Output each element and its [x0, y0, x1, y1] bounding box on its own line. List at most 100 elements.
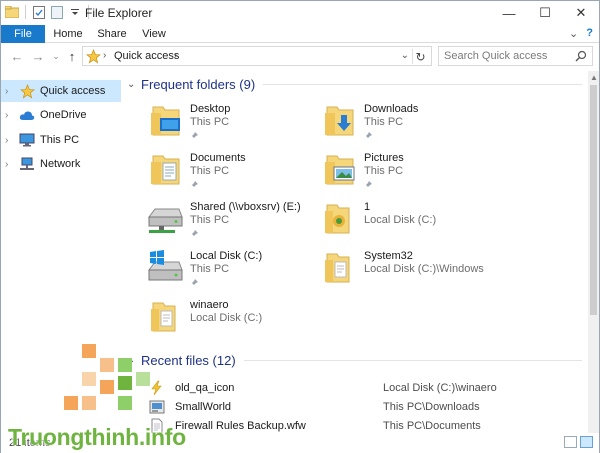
folder-location: Local Disk (C:): [190, 312, 263, 324]
pin-icon: [190, 227, 198, 241]
documents-folder-icon: [145, 150, 185, 190]
collapse-chevron-icon[interactable]: ⌄: [127, 79, 139, 90]
properties-icon[interactable]: [32, 5, 46, 19]
window-controls: — ☐ ✕: [491, 1, 599, 25]
tab-share[interactable]: Share: [93, 25, 131, 43]
close-button[interactable]: ✕: [563, 1, 599, 25]
sidebar-item-this-pc[interactable]: › This PC: [1, 129, 121, 151]
help-icon[interactable]: ?: [586, 27, 593, 40]
quick-access-star-icon: [85, 48, 102, 67]
frequent-folders-header[interactable]: ⌄ Frequent folders (9): [127, 77, 582, 92]
folder-location: This PC: [190, 116, 230, 128]
content-pane: ⌄ Frequent folders (9) Desktop This PC D…: [123, 71, 588, 434]
minimize-button[interactable]: —: [491, 1, 527, 25]
expand-chevron-icon[interactable]: ›: [5, 135, 17, 146]
tab-file[interactable]: File: [1, 25, 45, 43]
back-arrow-icon[interactable]: ←: [9, 48, 25, 64]
maximize-button[interactable]: ☐: [527, 1, 563, 25]
tab-view[interactable]: View: [137, 25, 171, 43]
ribbon-right-controls: ⌄ ?: [569, 27, 593, 40]
file-name: SmallWorld: [175, 401, 232, 413]
recent-files-header[interactable]: ⌄ Recent files (12): [127, 353, 582, 368]
folder-name: Desktop: [190, 103, 231, 115]
folder-tile[interactable]: Downloads This PC: [319, 101, 489, 145]
sidebar-item-onedrive[interactable]: › OneDrive: [1, 104, 121, 126]
title-bar: File Explorer — ☐ ✕: [1, 1, 599, 25]
folder-location: This PC: [190, 165, 230, 177]
pin-icon: [190, 129, 198, 143]
expand-chevron-icon[interactable]: ›: [5, 159, 17, 170]
pin-icon: [190, 178, 198, 192]
up-arrow-icon[interactable]: ↑: [64, 48, 80, 64]
vertical-scrollbar[interactable]: ▲: [588, 71, 599, 433]
new-folder-icon[interactable]: [50, 5, 64, 19]
desktop-folder-icon: [145, 101, 185, 141]
sidebar-item-network[interactable]: › Network: [1, 153, 121, 175]
window-title: File Explorer: [85, 6, 153, 20]
file-name: old_qa_icon: [175, 382, 235, 394]
folder-name: 1: [364, 201, 371, 213]
group-title: Recent files (12): [141, 353, 236, 368]
pictures-folder-icon: [319, 150, 359, 190]
expand-chevron-icon[interactable]: ›: [5, 110, 17, 121]
folder-icon: [319, 199, 359, 239]
refresh-icon[interactable]: ↻: [412, 49, 428, 64]
scrollbar-thumb[interactable]: [590, 85, 597, 315]
quick-access-toolbar: [5, 5, 91, 19]
star-icon: [19, 83, 35, 99]
group-divider: [243, 360, 582, 361]
folder-tile[interactable]: 1 Local Disk (C:): [319, 199, 489, 243]
forward-arrow-icon[interactable]: →: [30, 48, 46, 64]
folder-name: Documents: [190, 152, 246, 164]
folder-location: This PC: [190, 214, 230, 226]
pin-icon: [364, 178, 372, 192]
file-location: Local Disk (C:)\winaero: [383, 382, 497, 394]
network-drive-icon: [145, 199, 185, 239]
folder-tile[interactable]: Desktop This PC: [145, 101, 315, 145]
file-location: This PC\Documents: [383, 420, 481, 432]
file-name: Firewall Rules Backup.wfw: [175, 420, 306, 432]
search-input[interactable]: Search Quick access: [438, 46, 593, 66]
sidebar-item-quick-access[interactable]: › Quick access: [1, 80, 121, 102]
folder-name: winaero: [190, 299, 229, 311]
breadcrumb-chevron-icon[interactable]: ›: [174, 50, 177, 61]
breadcrumb[interactable]: Quick access: [114, 50, 179, 62]
folder-location: Local Disk (C:): [364, 214, 437, 226]
address-dropdown-icon[interactable]: ⌄: [401, 50, 409, 61]
folder-tile[interactable]: System32 Local Disk (C:)\Windows: [319, 248, 489, 292]
folder-tile[interactable]: Local Disk (C:) This PC: [145, 248, 315, 292]
address-row: ← → ⌄ ↑ › Quick access › ⌄ ↻ Search Quic…: [1, 44, 599, 68]
details-view-icon[interactable]: [564, 436, 577, 448]
group-divider: [263, 84, 582, 85]
folder-tile[interactable]: Shared (\\vboxsrv) (E:) This PC: [145, 199, 315, 243]
folder-location: This PC: [364, 165, 404, 177]
expand-ribbon-icon[interactable]: ⌄: [569, 27, 578, 40]
folder-location: Local Disk (C:)\Windows: [364, 263, 484, 275]
large-icons-view-icon[interactable]: [580, 436, 593, 448]
folder-tile[interactable]: Documents This PC: [145, 150, 315, 194]
watermark-text: Truongthinh.info: [8, 424, 186, 450]
sidebar-item-label: OneDrive: [40, 109, 87, 121]
folder-location: This PC: [364, 116, 404, 128]
network-icon: [19, 156, 35, 172]
list-item[interactable]: old_qa_icon Local Disk (C:)\winaero: [147, 380, 587, 398]
recent-locations-icon[interactable]: ⌄: [48, 48, 64, 64]
address-bar[interactable]: › Quick access › ⌄ ↻: [82, 46, 432, 66]
sidebar-item-label: Network: [40, 158, 81, 170]
tab-home[interactable]: Home: [49, 25, 87, 43]
view-switcher: [564, 436, 593, 448]
folder-name: Local Disk (C:): [190, 250, 263, 262]
expand-chevron-icon[interactable]: ›: [5, 86, 17, 97]
folder-tile[interactable]: winaero Local Disk (C:): [145, 297, 315, 341]
list-item[interactable]: SmallWorld This PC\Downloads: [147, 399, 587, 417]
folder-icon: [319, 248, 359, 288]
customize-qat-icon[interactable]: [68, 5, 82, 19]
watermark-logo-icon: [64, 344, 150, 410]
scroll-up-icon[interactable]: ▲: [590, 73, 598, 82]
cloud-icon: [19, 107, 35, 123]
windows-drive-icon: [145, 248, 185, 288]
folder-tile[interactable]: Pictures This PC: [319, 150, 489, 194]
folder-name: Shared (\\vboxsrv) (E:): [190, 201, 301, 213]
breadcrumb-chevron-icon[interactable]: ›: [103, 50, 106, 61]
search-icon: [575, 50, 587, 65]
